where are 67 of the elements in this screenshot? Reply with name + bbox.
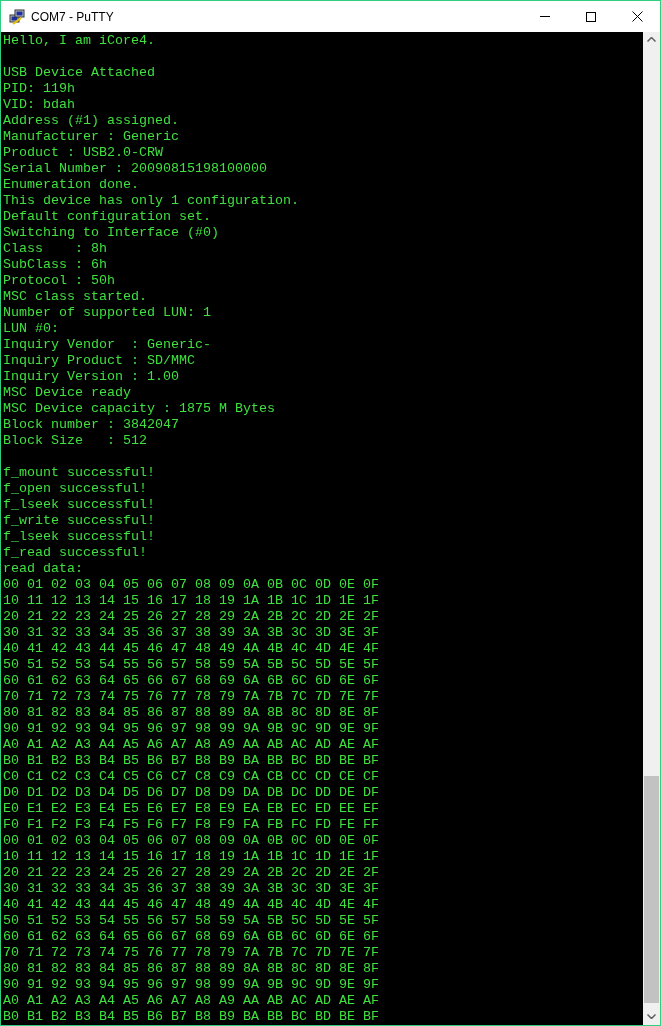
terminal-line: Block Size : 512 <box>2 433 147 449</box>
terminal-line: Inquiry Vendor : Generic- <box>2 337 211 353</box>
terminal-line: D0 D1 D2 D3 D4 D5 D6 D7 D8 D9 DA DB DC DD DE DF <box>2 785 379 801</box>
terminal-line: Manufacturer : Generic <box>2 129 179 145</box>
terminal-line: PID: 119h <box>2 81 75 97</box>
computer-icon <box>9 8 25 25</box>
terminal-line: 60 61 62 63 64 65 66 67 68 69 6A 6B 6C 6D 6E 6F <box>2 929 379 945</box>
terminal-line: E0 E1 E2 E3 E4 E5 E6 E7 E8 E9 EA EB EC ED EE EF <box>2 801 379 817</box>
terminal-line: USB Device Attached <box>2 65 155 81</box>
terminal-line: Number of supported LUN: 1 <box>2 305 211 321</box>
terminal-line: f_read successful! <box>2 545 147 561</box>
scrollbar-thumb[interactable] <box>644 776 659 1003</box>
close-icon <box>631 11 643 22</box>
terminal-line: Protocol : 50h <box>2 273 115 289</box>
terminal-line: C0 C1 C2 C3 C4 C5 C6 C7 C8 C9 CA CB CC CD CE CF <box>2 769 379 785</box>
terminal-line: 50 51 52 53 54 55 56 57 58 59 5A 5B 5C 5D 5E 5F <box>2 913 379 929</box>
terminal-line: Inquiry Product : SD/MMC <box>2 353 195 369</box>
terminal-line: 00 01 02 03 04 05 06 07 08 09 0A 0B 0C 0D 0E 0F <box>2 833 379 849</box>
terminal-line: f_open successful! <box>2 481 147 497</box>
terminal-line: 10 11 12 13 14 15 16 17 18 19 1A 1B 1C 1D 1E 1F <box>2 593 379 609</box>
terminal-line: B0 B1 B2 B3 B4 B5 B6 B7 B8 B9 BA BB BC BD BE BF <box>2 1009 379 1025</box>
terminal-line: 30 31 32 33 34 35 36 37 38 39 3A 3B 3C 3D 3E 3F <box>2 625 379 641</box>
terminal-line: f_write successful! <box>2 513 155 529</box>
terminal-line: 70 71 72 73 74 75 76 77 78 79 7A 7B 7C 7D 7E 7F <box>2 945 379 961</box>
terminal-line: A0 A1 A2 A3 A4 A5 A6 A7 A8 A9 AA AB AC AD AE AF <box>2 993 379 1009</box>
terminal-line: 80 81 82 83 84 85 86 87 88 89 8A 8B 8C 8D 8E 8F <box>2 705 379 721</box>
terminal-line: MSC class started. <box>2 289 147 305</box>
terminal-line: Serial Number : 20090815198100000 <box>2 161 267 177</box>
terminal-line: 10 11 12 13 14 15 16 17 18 19 1A 1B 1C 1D 1E 1F <box>2 849 379 865</box>
terminal-line: Default configuration set. <box>2 209 211 225</box>
terminal-line: Address (#1) assigned. <box>2 113 179 129</box>
terminal-line: Inquiry Version : 1.00 <box>2 369 179 385</box>
terminal-line: VID: bdah <box>2 97 75 113</box>
terminal-line: f_lseek successful! <box>2 529 155 545</box>
terminal-line: 80 81 82 83 84 85 86 87 88 89 8A 8B 8C 8D 8E 8F <box>2 961 379 977</box>
minimize-icon <box>540 16 550 17</box>
terminal-line: 70 71 72 73 74 75 76 77 78 79 7A 7B 7C 7D 7E 7F <box>2 689 379 705</box>
terminal-line: f_lseek successful! <box>2 497 155 513</box>
scrollbar[interactable] <box>643 32 660 1025</box>
terminal-line: A0 A1 A2 A3 A4 A5 A6 A7 A8 A9 AA AB AC AD AE AF <box>2 737 379 753</box>
terminal-line: 90 91 92 93 94 95 96 97 98 99 9A 9B 9C 9D 9E 9F <box>2 721 379 737</box>
terminal-line: 40 41 42 43 44 45 46 47 48 49 4A 4B 4C 4D 4E 4F <box>2 897 379 913</box>
terminal-line: Block number : 3842047 <box>2 417 179 433</box>
terminal-line: 40 41 42 43 44 45 46 47 48 49 4A 4B 4C 4D 4E 4F <box>2 641 379 657</box>
terminal-line: f_mount successful! <box>2 465 155 481</box>
maximize-icon <box>586 11 596 22</box>
terminal-line: read data: <box>2 561 83 577</box>
terminal-line: 60 61 62 63 64 65 66 67 68 69 6A 6B 6C 6D 6E 6F <box>2 673 379 689</box>
window-title: COM7 - PuTTY <box>31 8 114 26</box>
terminal-line: Class : 8h <box>2 241 107 257</box>
terminal-line: SubClass : 6h <box>2 257 107 273</box>
terminal-line: MSC Device ready <box>2 385 131 401</box>
terminal-line: B0 B1 B2 B3 B4 B5 B6 B7 B8 B9 BA BB BC BD BE BF <box>2 753 379 769</box>
terminal-line: 20 21 22 23 24 25 26 27 28 29 2A 2B 2C 2D 2E 2F <box>2 865 379 881</box>
terminal-line: 90 91 92 93 94 95 96 97 98 99 9A 9B 9C 9D 9E 9F <box>2 977 379 993</box>
terminal-line: 20 21 22 23 24 25 26 27 28 29 2A 2B 2C 2D 2E 2F <box>2 609 379 625</box>
terminal-line: This device has only 1 configuration. <box>2 193 299 209</box>
terminal-line: LUN #0: <box>2 321 59 337</box>
terminal-line: MSC Device capacity : 1875 M Bytes <box>2 401 275 417</box>
terminal-line: Product : USB2.0-CRW <box>2 145 163 161</box>
terminal-line: Enumeration done. <box>2 177 139 193</box>
terminal-line: 50 51 52 53 54 55 56 57 58 59 5A 5B 5C 5D 5E 5F <box>2 657 379 673</box>
terminal-line: Hello, I am iCore4. <box>2 33 155 49</box>
terminal-line: F0 F1 F2 F3 F4 F5 F6 F7 F8 F9 FA FB FC FD FE FF <box>2 817 379 833</box>
terminal-line: Switching to Interface (#0) <box>2 225 219 241</box>
terminal-line: 00 01 02 03 04 05 06 07 08 09 0A 0B 0C 0D 0E 0F <box>2 577 379 593</box>
terminal-line: 30 31 32 33 34 35 36 37 38 39 3A 3B 3C 3D 3E 3F <box>2 881 379 897</box>
